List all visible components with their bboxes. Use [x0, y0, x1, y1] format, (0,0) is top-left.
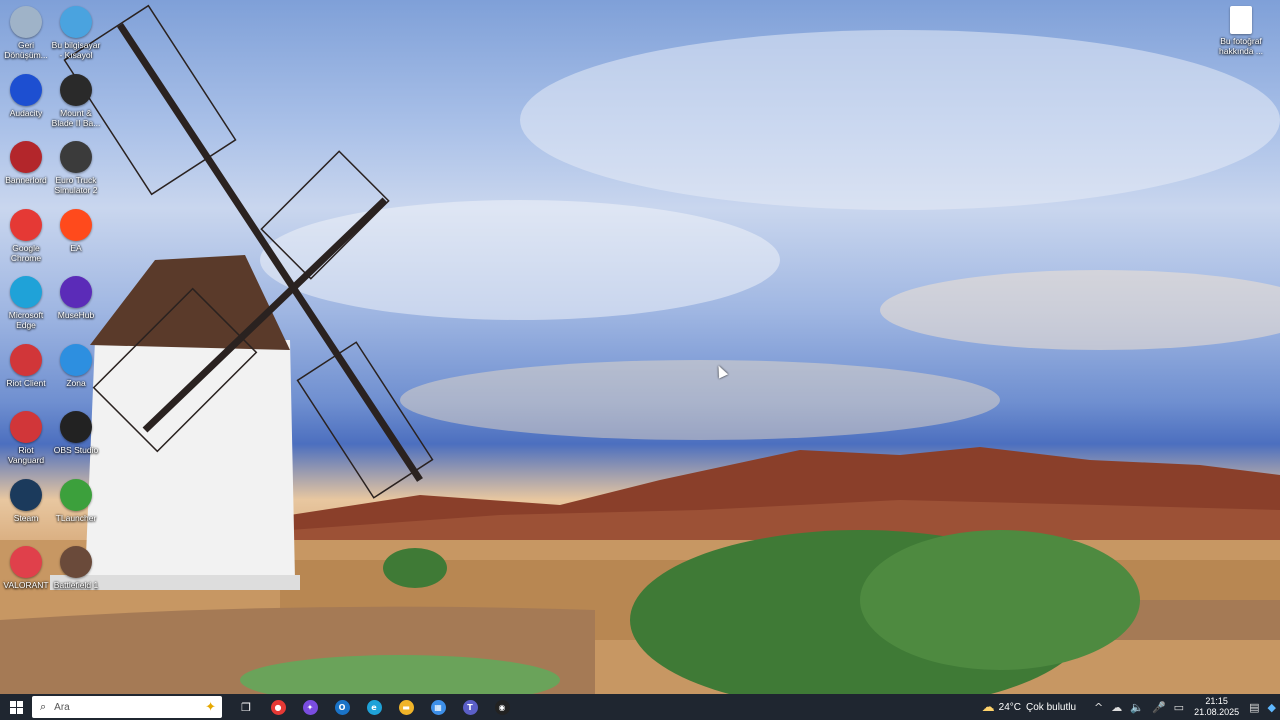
start-button[interactable]	[0, 694, 32, 720]
desktop-icon-chrome[interactable]: Google Chrome	[0, 208, 52, 263]
desktop-icon-label: Google Chrome	[10, 242, 42, 263]
desktop-icon-label: EA	[70, 242, 82, 253]
steam-icon	[10, 478, 42, 511]
bannerlord-icon	[60, 73, 92, 106]
file-icon	[1230, 6, 1252, 34]
desktop-icon-truck[interactable]: Euro Truck Simulator 2	[50, 141, 102, 195]
desktop-icon-label: Battlefield 1	[53, 580, 99, 590]
valorant-icon	[10, 546, 42, 578]
notification-icon[interactable]: ▤	[1249, 701, 1259, 714]
taskbar-app-outlook[interactable]: O	[326, 694, 358, 720]
network-icon[interactable]: ▭	[1174, 701, 1184, 714]
file-explorer-icon: ▬	[398, 699, 414, 715]
desktop-icon-label: Bu bilgisayar - Kısayol	[51, 40, 101, 60]
desktop-icon-audacity[interactable]: Audacity	[0, 73, 52, 118]
riot-client-icon	[10, 343, 42, 376]
desktop-icon-edge[interactable]: Microsoft Edge	[0, 276, 52, 330]
taskbar-app-edge[interactable]: e	[358, 694, 390, 720]
taskbar-app-chrome[interactable]: ●	[262, 694, 294, 720]
recycle-bin-icon	[10, 6, 42, 38]
desktop-icon-valorant[interactable]: VALORANT	[0, 546, 52, 590]
taskbar-app-store[interactable]: ▦	[422, 694, 454, 720]
bannerlord-launcher-icon	[10, 141, 42, 173]
microphone-icon[interactable]: 🎤	[1152, 701, 1166, 714]
battlefield-icon	[60, 546, 92, 578]
tlauncher-icon	[60, 478, 92, 511]
store-icon: ▦	[430, 699, 446, 715]
desktop-icon-label: Mount & Blade II Ba...	[51, 107, 101, 128]
desktop-icon-label: TLauncher	[55, 512, 97, 523]
speaker-icon[interactable]: 🔈	[1130, 701, 1144, 714]
weather-temp: 24°C	[998, 701, 1022, 713]
clock-time: 21:15	[1205, 696, 1228, 706]
outlook-icon: O	[334, 699, 350, 715]
search-icon: ⌕	[40, 700, 47, 713]
audacity-icon	[10, 73, 42, 106]
windows-start-icon	[9, 700, 23, 714]
desktop-icon-label: OBS Studio	[53, 445, 99, 455]
desktop-icon-recycle-bin[interactable]: Geri Dönüşüm...	[0, 6, 52, 60]
chrome-icon	[10, 208, 42, 241]
desktop-icon-bannerlord-launcher[interactable]: Bannerlord	[0, 141, 52, 185]
desktop-icon-obs[interactable]: OBS Studio	[50, 411, 102, 455]
teams-icon: T	[462, 699, 478, 715]
desktop-icon-photo-info[interactable]: Bu fotoğraf hakkında ...	[1215, 6, 1267, 56]
desktop-icon-label: Audacity	[9, 107, 43, 118]
task-view-icon: ❐	[241, 700, 251, 714]
desktop-icon-label: Microsoft Edge	[8, 310, 44, 330]
desktop-icon-label: Geri Dönüşüm...	[4, 40, 48, 60]
zona-icon	[60, 343, 92, 376]
desktop-icon-label: Bannerlord	[5, 175, 47, 185]
wallpaper	[0, 4, 1280, 694]
edge-icon: e	[366, 699, 382, 715]
riot-vanguard-icon	[10, 411, 42, 443]
obs-icon: ◉	[494, 699, 510, 715]
desktop-icon-tlauncher[interactable]: TLauncher	[50, 478, 102, 523]
taskbar: ⌕ ✦ ❐ ●✦Oe▬▦T◉ ☁ 24°C Çok bulutlu ^ ☁ 🔈 …	[0, 694, 1280, 720]
desktop-icon-bannerlord[interactable]: Mount & Blade II Ba...	[50, 73, 102, 128]
desktop-icon-label: VALORANT	[3, 580, 49, 590]
desktop[interactable]: Geri Dönüşüm... Bu bilgisayar - Kısayol Au…	[0, 0, 1280, 694]
show-hidden-icons-icon[interactable]: ^	[1094, 701, 1103, 714]
weather-desc: Çok bulutlu	[1026, 701, 1077, 713]
desktop-icon-this-pc[interactable]: Bu bilgisayar - Kısayol	[50, 6, 102, 60]
musehub-icon	[60, 276, 92, 308]
desktop-icon-musehub[interactable]: MuseHub	[50, 276, 102, 320]
taskbar-app-file-explorer[interactable]: ▬	[390, 694, 422, 720]
desktop-icon-ea[interactable]: EA	[50, 208, 102, 253]
ea-icon	[60, 208, 92, 241]
desktop-icon-label: Bu fotoğraf hakkında ...	[1219, 36, 1263, 56]
chrome-icon: ●	[270, 699, 286, 715]
desktop-icon-label: Euro Truck Simulator 2	[54, 175, 98, 195]
desktop-icon-label: Riot Client	[6, 377, 46, 388]
clock[interactable]: 21:15 21.08.2025	[1194, 696, 1239, 718]
task-view-button[interactable]: ❐	[230, 694, 262, 720]
desktop-icon-riot-client[interactable]: Riot Client	[0, 343, 52, 388]
obs-icon	[60, 411, 92, 443]
cloud-icon: ☁	[981, 699, 995, 714]
desktop-icon-label: Steam	[13, 512, 39, 523]
desktop-icon-label: MuseHub	[57, 310, 95, 320]
onedrive-icon[interactable]: ☁	[1111, 701, 1122, 714]
desktop-icon-battlefield[interactable]: Battlefield 1	[50, 546, 102, 590]
desktop-icon-label: Riot Vanguard	[7, 445, 45, 465]
clock-date: 21.08.2025	[1194, 707, 1240, 717]
desktop-icon-steam[interactable]: Steam	[0, 478, 52, 523]
this-pc-icon	[60, 6, 92, 38]
copilot-icon[interactable]: ◆	[1268, 701, 1276, 714]
desktop-icon-zona[interactable]: Zona	[50, 343, 102, 388]
weather-widget[interactable]: ☁ 24°C Çok bulutlu	[982, 699, 1076, 715]
search-input[interactable]	[52, 700, 167, 714]
taskbar-app-teams[interactable]: T	[454, 694, 486, 720]
edge-icon	[10, 276, 42, 308]
taskbar-app-copilot[interactable]: ✦	[294, 694, 326, 720]
copilot-sparkle-icon: ✦	[205, 699, 216, 714]
truck-icon	[60, 141, 92, 173]
taskbar-search-box[interactable]: ⌕ ✦	[32, 696, 222, 718]
desktop-icon-label: Zona	[66, 377, 86, 388]
copilot-icon: ✦	[302, 699, 318, 715]
desktop-icon-riot-vanguard[interactable]: Riot Vanguard	[0, 411, 52, 465]
taskbar-app-obs[interactable]: ◉	[486, 694, 518, 720]
